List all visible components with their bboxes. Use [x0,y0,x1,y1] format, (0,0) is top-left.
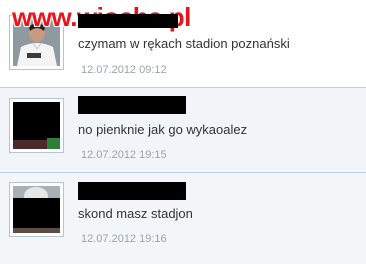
username-redacted [78,182,186,200]
username-redacted [78,14,178,28]
comment-date: 12.07.2012 19:16 [81,233,167,245]
comment-text: no pienknie jak go wykaoalez [78,122,248,137]
comment-date: 12.07.2012 19:15 [81,149,167,161]
redacted-avatar-icon [13,186,60,233]
redacted-avatar-icon [13,102,60,149]
comment-text: skond masz stadjon [78,206,193,221]
comment-date: 12.07.2012 09:12 [81,64,167,76]
comment-item: www.wiocha.pl czymam w rękach stadion po… [0,0,366,88]
avatar[interactable] [9,98,64,153]
comment-item: no pienknie jak go wykaoalez 12.07.2012 … [0,88,366,173]
comment-list: www.wiocha.pl czymam w rękach stadion po… [0,0,366,264]
comment-text: czymam w rękach stadion poznański [78,36,290,51]
comment-item: skond masz stadjon 12.07.2012 19:16 [0,173,366,264]
username-redacted [78,96,186,114]
avatar[interactable] [9,182,64,237]
